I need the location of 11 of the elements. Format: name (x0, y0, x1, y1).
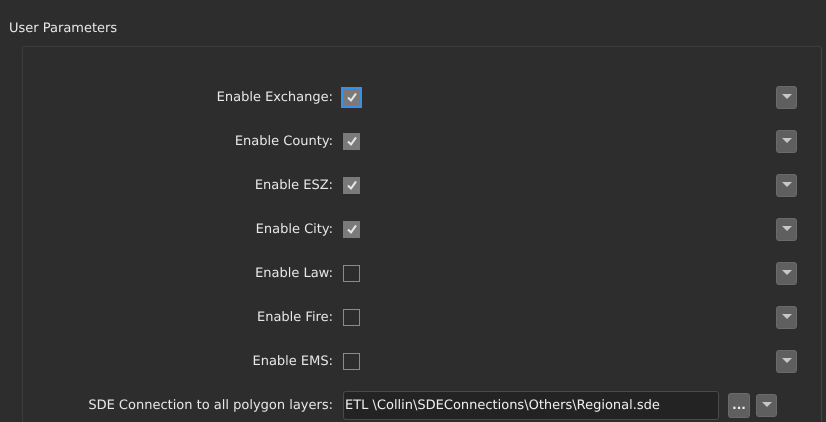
parameter-label: Enable EMS: (252, 354, 333, 368)
parameter-label: Enable County: (234, 134, 333, 148)
parameter-label: Enable City: (254, 222, 333, 236)
parameter-label: Enable Law: (254, 266, 333, 280)
path-field[interactable]: ETL \Collin\SDEConnections\Others\Regional.sde (343, 390, 719, 420)
parameter-label: Enable Exchange: (216, 90, 333, 104)
parameter-label: Enable Fire: (256, 310, 333, 324)
section-title: User Parameters (9, 20, 118, 38)
parameter-label: SDE Connection to all polygon layers: (87, 398, 333, 412)
parameter-label: Enable ESZ: (254, 178, 333, 192)
browse-button[interactable]: ... (728, 392, 750, 418)
